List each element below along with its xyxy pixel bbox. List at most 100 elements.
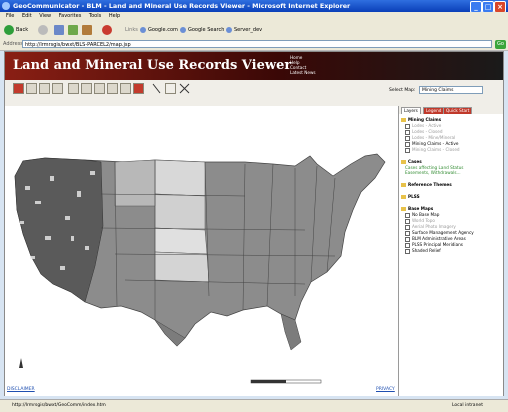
radio[interactable] bbox=[405, 218, 410, 224]
group-mining-claims[interactable]: Mining Claims bbox=[401, 117, 441, 122]
layer-item[interactable]: BLM Administrative Areas bbox=[405, 236, 466, 242]
measure-line-icon[interactable] bbox=[151, 83, 162, 94]
layer-label: Lodes - Mine/Mineral bbox=[412, 135, 456, 140]
link-latest-news[interactable]: Latest News bbox=[290, 70, 316, 75]
select-tool[interactable] bbox=[94, 83, 105, 94]
stop-button[interactable] bbox=[54, 24, 66, 36]
zoom-out-tool[interactable] bbox=[26, 83, 37, 94]
layer-item[interactable]: Shaded Relief bbox=[405, 248, 441, 254]
checkbox[interactable] bbox=[405, 141, 410, 147]
layer-item[interactable]: Lodes - Active bbox=[405, 123, 441, 129]
clear-tool[interactable] bbox=[107, 83, 118, 94]
print-tool[interactable] bbox=[120, 83, 131, 94]
checkbox[interactable] bbox=[405, 147, 410, 153]
link-google[interactable]: Google.com bbox=[140, 24, 178, 36]
checkbox[interactable] bbox=[405, 242, 410, 248]
layer-label: Aerial Photo Imagery bbox=[412, 224, 456, 229]
disclaimer-link[interactable]: DISCLAIMER bbox=[7, 387, 35, 392]
folder-icon bbox=[401, 183, 406, 187]
go-button[interactable]: Go bbox=[495, 40, 506, 49]
group-reference-themes[interactable]: Reference Themes bbox=[401, 182, 452, 187]
menu-help[interactable]: Help bbox=[109, 13, 120, 19]
radio[interactable] bbox=[405, 224, 410, 230]
group-label: PLSS bbox=[408, 194, 420, 199]
layer-item[interactable]: Lodes - Closed bbox=[405, 129, 442, 135]
link-google-search[interactable]: Google Search bbox=[180, 24, 224, 36]
layer-label: Easements, Withdrawals... bbox=[405, 170, 461, 175]
layer-item[interactable]: PLSS Principal Meridians bbox=[405, 242, 463, 248]
checkbox[interactable] bbox=[405, 248, 410, 254]
home-button[interactable] bbox=[82, 24, 94, 36]
privacy-link[interactable]: PRIVACY bbox=[376, 387, 395, 392]
group-base-maps[interactable]: Base Maps bbox=[401, 206, 433, 211]
window-title: GeoCommunicator - BLM - Land and Mineral… bbox=[13, 2, 351, 10]
identify-tool[interactable] bbox=[52, 83, 63, 94]
link-server-dev[interactable]: Server_dev bbox=[226, 24, 262, 36]
group-plss[interactable]: PLSS bbox=[401, 194, 420, 199]
select-map-dropdown[interactable]: Mining Claims bbox=[419, 86, 483, 94]
mining-claims-icon[interactable] bbox=[179, 83, 190, 94]
panel-tabs: Layers Legend Quick Start bbox=[399, 106, 503, 114]
menu-tools[interactable]: Tools bbox=[89, 13, 101, 19]
checkbox[interactable] bbox=[405, 129, 410, 135]
zoom-in-tool[interactable] bbox=[13, 83, 24, 94]
stop-icon bbox=[54, 24, 64, 35]
page-icon bbox=[226, 26, 232, 33]
measure-area-icon[interactable] bbox=[165, 83, 176, 94]
refresh-icon bbox=[68, 24, 78, 35]
group-label: Base Maps bbox=[408, 206, 434, 211]
layer-label: Lodes - Closed bbox=[412, 129, 443, 134]
layer-item[interactable]: Surface Management Agency bbox=[405, 230, 474, 236]
select-map-label: Select Map: bbox=[389, 88, 416, 93]
tools-button[interactable] bbox=[102, 24, 114, 36]
app-banner: Land and Mineral Use Records Viewer Home… bbox=[5, 52, 503, 80]
page-icon bbox=[140, 26, 146, 33]
menu-view[interactable]: View bbox=[39, 13, 51, 19]
layer-item[interactable]: No Base Map bbox=[405, 212, 439, 218]
checkbox[interactable] bbox=[405, 123, 410, 129]
group-label: Cases bbox=[408, 159, 422, 164]
pan-tool[interactable] bbox=[39, 83, 50, 94]
forward-button[interactable] bbox=[38, 24, 50, 36]
full-extent-tool[interactable] bbox=[68, 83, 79, 94]
map-canvas[interactable]: DISCLAIMER PRIVACY bbox=[5, 106, 398, 396]
pdf-tool[interactable] bbox=[133, 83, 144, 94]
menu-bar: File Edit View Favorites Tools Help bbox=[0, 12, 508, 21]
browser-window: GeoCommunicator - BLM - Land and Mineral… bbox=[0, 0, 508, 412]
menu-favorites[interactable]: Favorites bbox=[59, 13, 82, 19]
checkbox[interactable] bbox=[405, 236, 410, 242]
tab-legend[interactable]: Legend bbox=[423, 107, 445, 114]
menu-edit[interactable]: Edit bbox=[22, 13, 32, 19]
ie-icon bbox=[2, 2, 10, 10]
layer-item[interactable]: Mining Claims - Closed bbox=[405, 147, 460, 153]
layer-item[interactable]: World Topo bbox=[405, 218, 435, 224]
layer-label: PLSS Principal Meridians bbox=[412, 242, 463, 247]
layer-item[interactable]: Lodes - Mine/Mineral bbox=[405, 135, 455, 141]
app-title: Land and Mineral Use Records Viewer bbox=[13, 58, 292, 73]
layers-panel: Layers Legend Quick Start Mining Claims … bbox=[398, 106, 503, 396]
link-google-label: Google.com bbox=[148, 27, 178, 33]
layer-label: Surface Management Agency bbox=[412, 230, 474, 235]
layer-item[interactable]: Easements, Withdrawals... bbox=[405, 170, 461, 175]
layer-item[interactable]: Aerial Photo Imagery bbox=[405, 224, 456, 230]
tools-icon bbox=[102, 24, 112, 35]
tab-layers[interactable]: Layers bbox=[401, 107, 421, 114]
link-server-dev-label: Server_dev bbox=[234, 27, 263, 33]
radio[interactable] bbox=[405, 212, 410, 218]
records-viewer: Land and Mineral Use Records Viewer Home… bbox=[4, 51, 504, 396]
checkbox[interactable] bbox=[405, 230, 410, 236]
layer-item[interactable]: Mining Claims - Active bbox=[405, 141, 458, 147]
page-icon bbox=[180, 26, 186, 33]
tab-quick-start[interactable]: Quick Start bbox=[443, 107, 473, 114]
back-arrow-icon bbox=[4, 24, 14, 35]
link-google-search-label: Google Search bbox=[188, 27, 225, 33]
checkbox[interactable] bbox=[405, 135, 410, 141]
previous-extent-tool[interactable] bbox=[81, 83, 92, 94]
group-cases[interactable]: Cases bbox=[401, 159, 422, 164]
menu-file[interactable]: File bbox=[6, 13, 14, 19]
refresh-button[interactable] bbox=[68, 24, 80, 36]
back-button[interactable]: Back bbox=[4, 24, 28, 36]
banner-links: Home Help Contact Latest News bbox=[290, 55, 316, 75]
address-input[interactable]: http://lrmrsgis/bwxt/BLS-PARCEL2/map.jsp bbox=[22, 40, 492, 48]
group-label: Mining Claims bbox=[408, 117, 442, 122]
